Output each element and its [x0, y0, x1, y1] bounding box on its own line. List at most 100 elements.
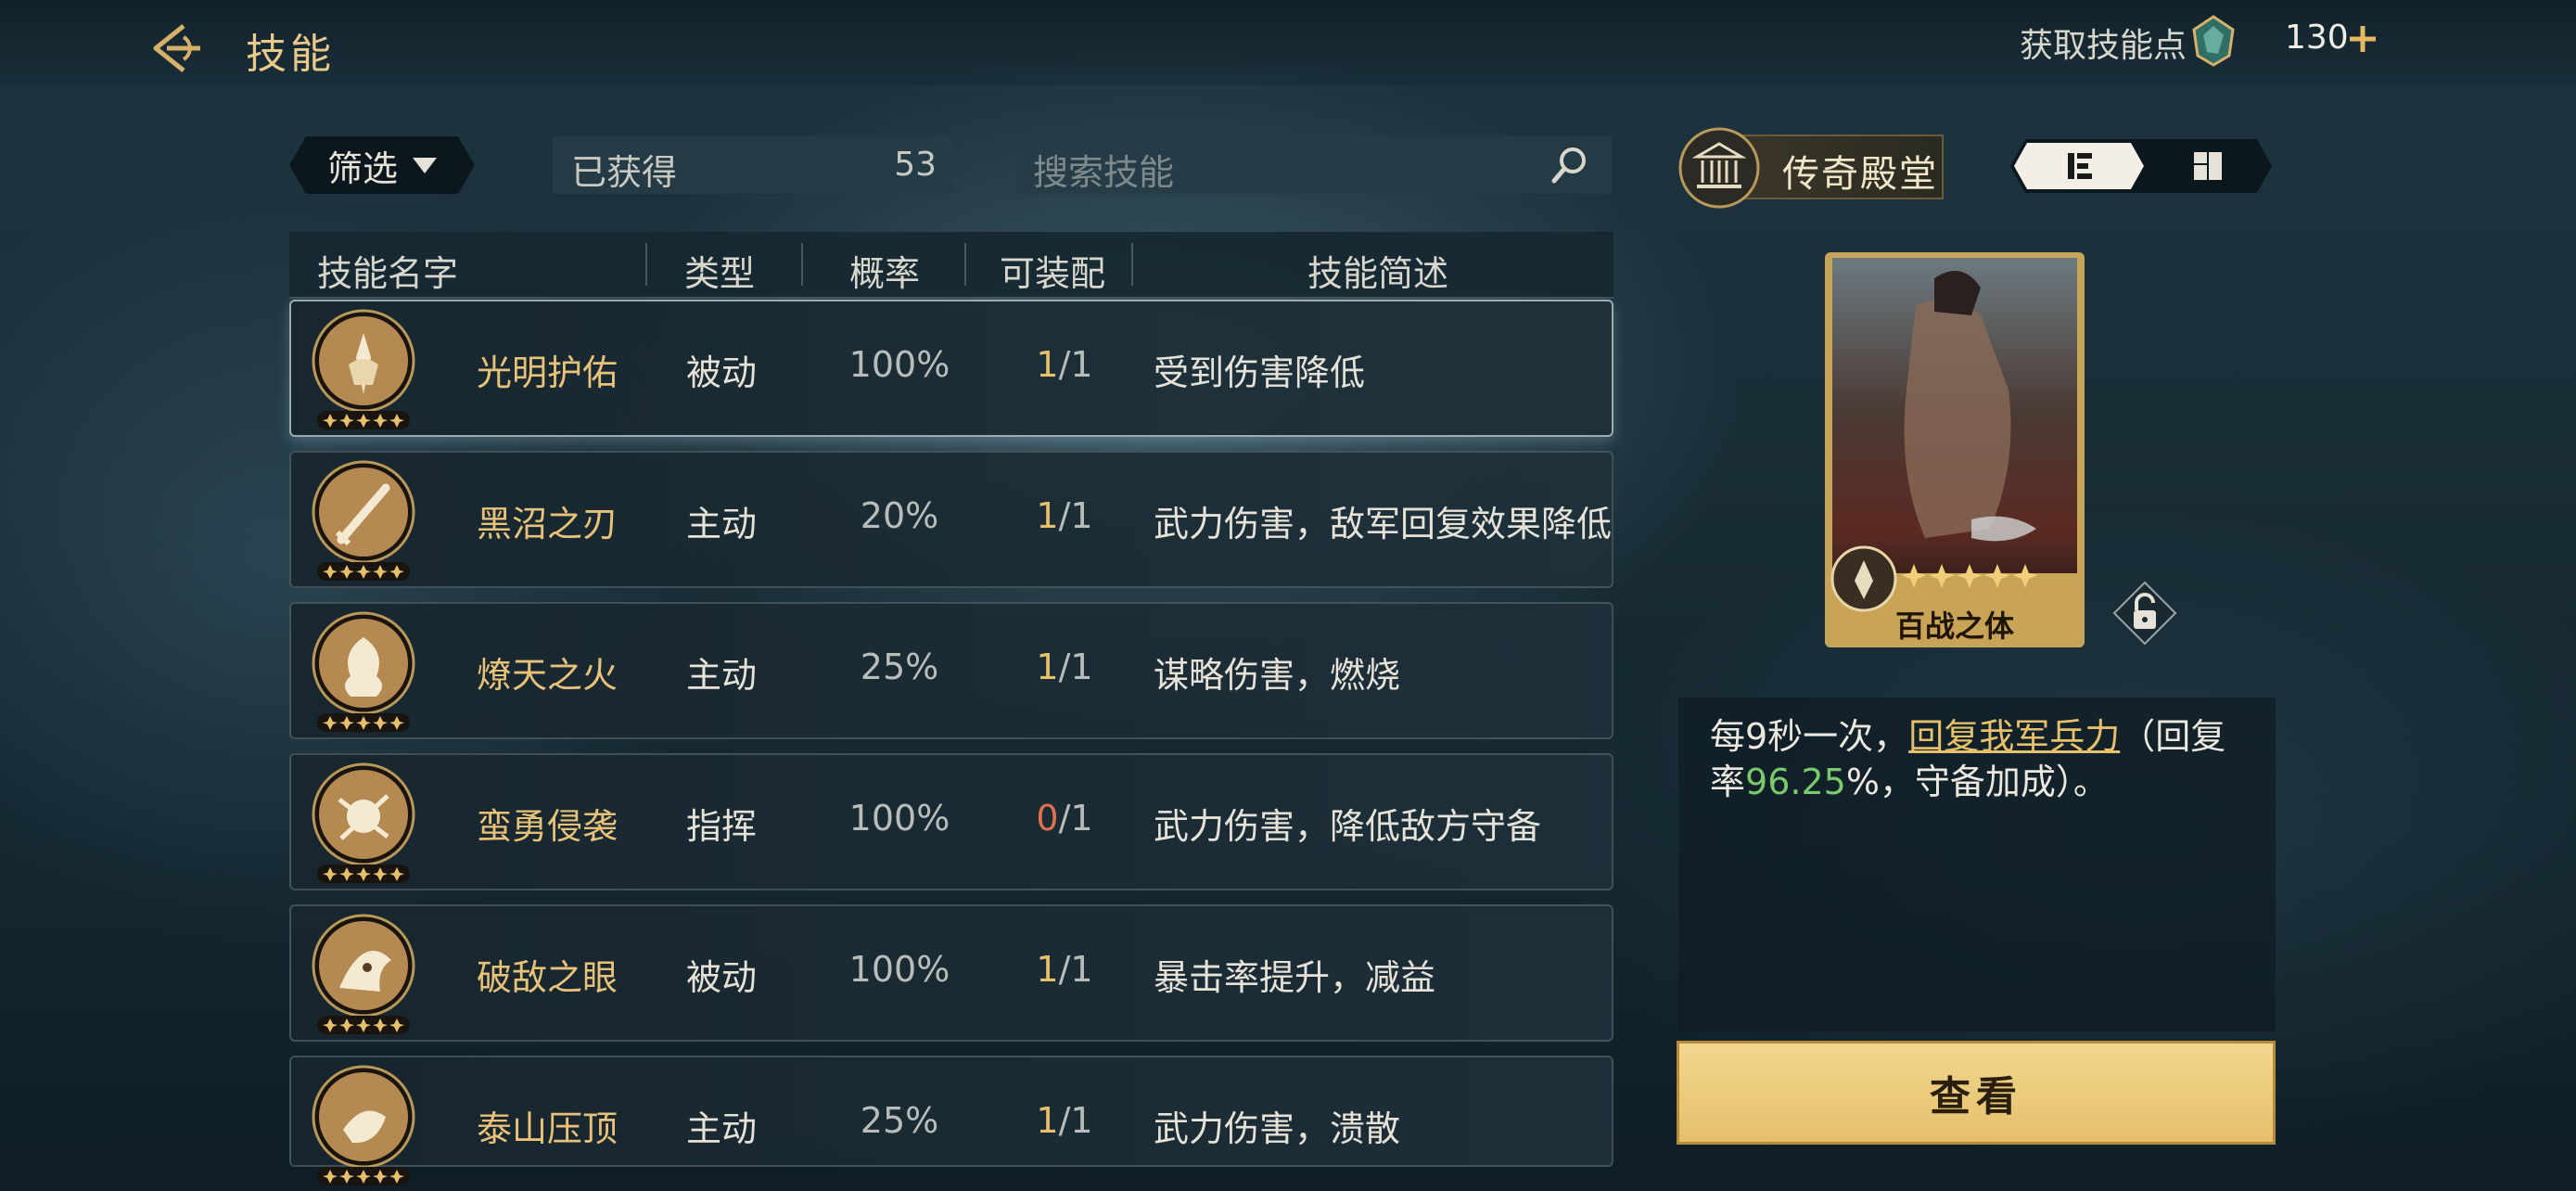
back-arrow-icon: [153, 24, 200, 72]
column-divider: [1131, 243, 1133, 286]
skill-equip: 0/1: [1036, 797, 1093, 839]
skill-card[interactable]: 百战之体: [1823, 250, 2086, 649]
skill-type: 被动: [686, 352, 758, 393]
skill-icon: [312, 309, 415, 412]
equip-total: 1: [1070, 797, 1093, 839]
equip-used: 0: [1036, 797, 1059, 839]
obtained-count: 53: [894, 146, 937, 184]
legend-hall-label: 传奇殿堂: [1782, 153, 1938, 196]
skill-type: 主动: [686, 654, 758, 696]
skill-equip: 1/1: [1036, 948, 1093, 990]
search-icon[interactable]: [1549, 144, 1591, 186]
equip-total: 1: [1070, 948, 1093, 990]
skill-type: 被动: [686, 956, 758, 998]
skill-desc: 受到伤害降低: [1154, 352, 1366, 393]
column-divider: [964, 243, 966, 286]
skill-name: 光明护佑: [477, 352, 618, 393]
list-view-icon: [2068, 153, 2092, 179]
skill-row[interactable]: 破敌之眼 被动 100% 1/1 暴击率提升，减益: [289, 903, 1613, 1042]
skill-icon: [312, 762, 415, 866]
skill-gem-icon: [2190, 15, 2237, 67]
unlock-button[interactable]: [2112, 581, 2177, 646]
filter-button[interactable]: 筛选: [289, 136, 475, 194]
skill-rate: 25%: [860, 646, 939, 687]
skill-icon: [312, 611, 415, 715]
desc-value: 96.25: [1745, 762, 1846, 802]
equip-used: 1: [1036, 494, 1059, 536]
column-header-type: 类型: [684, 253, 756, 294]
search-input[interactable]: 搜索技能: [1016, 136, 1612, 194]
skill-name: 泰山压顶: [477, 1108, 618, 1149]
skill-name: 破敌之眼: [477, 956, 618, 998]
skill-name: 黑沼之刃: [477, 503, 618, 544]
view-skill-label: 查看: [1930, 1073, 2022, 1121]
skill-equip: 1/1: [1036, 1099, 1093, 1141]
equip-total: 1: [1070, 1099, 1093, 1141]
equip-total: 1: [1070, 646, 1093, 687]
skill-rate: 100%: [848, 948, 950, 990]
view-toggle: [2010, 139, 2272, 193]
skill-equip: 1/1: [1036, 343, 1093, 385]
column-header-rate: 概率: [849, 253, 921, 294]
skill-stars: [317, 712, 410, 732]
column-divider: [801, 243, 803, 286]
skill-row[interactable]: 燎天之火 主动 25% 1/1 谋略伤害，燃烧: [289, 601, 1613, 739]
equip-used: 1: [1036, 948, 1059, 990]
desc-text-suffix: %，守备加成）。: [1845, 762, 2109, 802]
equip-used: 1: [1036, 1099, 1059, 1141]
equip-used: 1: [1036, 343, 1059, 385]
skill-icon: [312, 914, 415, 1018]
search-placeholder: 搜索技能: [1033, 152, 1175, 193]
skill-stars: [317, 410, 410, 429]
skill-rate: 100%: [848, 797, 950, 839]
equip-total: 1: [1070, 494, 1093, 536]
skill-rate: 25%: [860, 1099, 939, 1141]
caret-down-icon: [413, 157, 437, 173]
skill-equip: 1/1: [1036, 494, 1093, 536]
equip-total: 1: [1070, 343, 1093, 385]
skill-points-label: 获取技能点: [2020, 27, 2187, 65]
skill-desc: 武力伤害，降低敌方守备: [1154, 805, 1542, 847]
obtained-label: 已获得: [571, 152, 678, 193]
grid-view-button[interactable]: [2149, 143, 2268, 189]
skill-stars: [317, 1166, 410, 1185]
obtained-counter: 已获得 53: [553, 136, 953, 194]
view-skill-button[interactable]: 查看: [1677, 1041, 2276, 1145]
column-header-name: 技能名字: [317, 253, 459, 294]
lock-icon: [2112, 581, 2177, 646]
skill-desc: 谋略伤害，燃烧: [1154, 654, 1401, 696]
skill-desc: 暴击率提升，减益: [1154, 956, 1436, 998]
skill-stars: [317, 1015, 410, 1034]
legend-hall-button[interactable]: 传奇殿堂: [1678, 127, 1944, 209]
skill-row[interactable]: 黑沼之刃 主动 20% 1/1 武力伤害，敌军回复效果降低: [289, 450, 1613, 588]
skill-row[interactable]: 光明护佑 被动 100% 1/1 受到伤害降低: [289, 299, 1613, 437]
back-button[interactable]: [147, 19, 206, 78]
skill-type: 主动: [686, 503, 758, 544]
filter-label: 筛选: [326, 147, 398, 189]
skill-stars: [317, 561, 410, 581]
equip-used: 1: [1036, 646, 1059, 687]
skill-name: 燎天之火: [477, 654, 618, 696]
skill-row[interactable]: 蛮勇侵袭 指挥 100% 0/1 武力伤害，降低敌方守备: [289, 752, 1613, 890]
skill-rate: 20%: [860, 494, 939, 536]
skill-type: 指挥: [686, 805, 758, 847]
column-header-equip: 可装配: [1000, 253, 1106, 294]
column-divider: [645, 243, 647, 286]
skill-description: 每9秒一次，回复我军兵力（回复率96.25%，守备加成）。: [1710, 714, 2257, 805]
skill-type: 主动: [686, 1108, 758, 1149]
grid-view-icon: [2194, 152, 2222, 180]
skill-icon: [312, 1065, 415, 1169]
desc-link[interactable]: 回复我军兵力: [1908, 716, 2120, 757]
skill-row[interactable]: 泰山压顶 主动 25% 1/1 武力伤害，溃散: [289, 1055, 1613, 1185]
page-title: 技能: [246, 31, 335, 78]
plus-icon: [2350, 26, 2376, 52]
skill-points-count: 130: [2285, 19, 2349, 57]
skill-icon: [312, 460, 415, 564]
skill-description-panel: 每9秒一次，回复我军兵力（回复率96.25%，守备加成）。: [1678, 698, 2276, 1031]
skill-stars: [317, 864, 410, 883]
temple-icon: [1678, 127, 1760, 209]
desc-text-prefix: 每9秒一次，: [1710, 716, 1909, 757]
add-skill-points-button[interactable]: [2344, 20, 2381, 58]
list-view-button[interactable]: [2014, 143, 2144, 189]
skill-equip: 1/1: [1036, 646, 1093, 687]
